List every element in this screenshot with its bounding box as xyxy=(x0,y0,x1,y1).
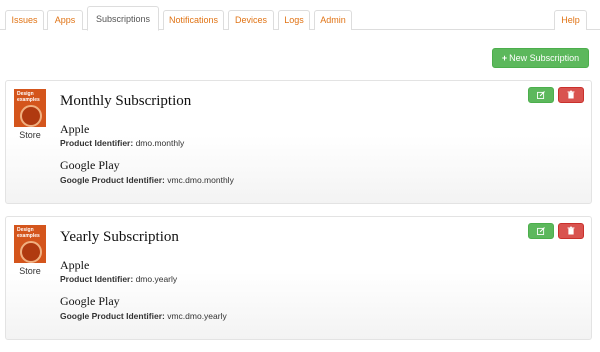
tab-issues[interactable]: Issues xyxy=(5,10,44,30)
delete-button[interactable] xyxy=(558,87,584,103)
field-value: dmo.monthly xyxy=(135,138,185,148)
tab-notifications[interactable]: Notifications xyxy=(163,10,224,30)
store-thumbnail: Design examples xyxy=(14,225,46,263)
product-identifier: Product Identifier: dmo.yearly xyxy=(60,274,177,284)
store-label: Store xyxy=(19,266,41,276)
google-play-heading: Google Play xyxy=(60,158,120,172)
field-label: Product Identifier: xyxy=(60,138,134,148)
new-subscription-label: New Subscription xyxy=(509,53,580,63)
google-product-identifier: Google Product Identifier: vmc.dmo.month… xyxy=(60,175,234,185)
thumb-text: examples xyxy=(17,97,40,103)
subscription-card: Design examples Store Yearly Subscriptio… xyxy=(5,216,592,340)
field-label: Product Identifier: xyxy=(60,274,134,284)
field-value: vmc.dmo.yearly xyxy=(167,311,227,321)
edit-button[interactable] xyxy=(528,223,554,239)
basketball-icon xyxy=(20,241,42,263)
store-label: Store xyxy=(19,130,41,140)
subscription-title: Monthly Subscription xyxy=(60,93,192,109)
subscription-title: Yearly Subscription xyxy=(60,229,179,245)
trash-icon xyxy=(567,90,575,99)
edit-icon xyxy=(537,227,545,235)
field-label: Google Product Identifier: xyxy=(60,175,165,185)
basketball-icon xyxy=(20,105,42,127)
field-value: vmc.dmo.monthly xyxy=(167,175,234,185)
store-thumbnail: Design examples xyxy=(14,89,46,127)
field-label: Google Product Identifier: xyxy=(60,311,165,321)
new-subscription-button[interactable]: + New Subscription xyxy=(492,48,589,68)
edit-button[interactable] xyxy=(528,87,554,103)
tab-admin[interactable]: Admin xyxy=(314,10,352,30)
thumb-text: examples xyxy=(17,233,40,239)
plus-icon: + xyxy=(501,53,508,63)
tab-logs[interactable]: Logs xyxy=(278,10,310,30)
tab-devices[interactable]: Devices xyxy=(228,10,274,30)
google-product-identifier: Google Product Identifier: vmc.dmo.yearl… xyxy=(60,311,227,321)
field-value: dmo.yearly xyxy=(135,274,178,284)
edit-icon xyxy=(537,91,545,99)
tab-apps[interactable]: Apps xyxy=(47,10,83,30)
subscription-card: Design examples Store Monthly Subscripti… xyxy=(5,80,592,204)
product-identifier: Product Identifier: dmo.monthly xyxy=(60,138,184,148)
apple-heading: Apple xyxy=(60,258,90,272)
tab-subscriptions[interactable]: Subscriptions xyxy=(87,6,159,31)
tab-bar: Issues Apps Subscriptions Notifications … xyxy=(0,0,600,31)
google-play-heading: Google Play xyxy=(60,294,120,308)
apple-heading: Apple xyxy=(60,122,90,136)
trash-icon xyxy=(567,226,575,235)
delete-button[interactable] xyxy=(558,223,584,239)
tab-help[interactable]: Help xyxy=(554,10,587,30)
